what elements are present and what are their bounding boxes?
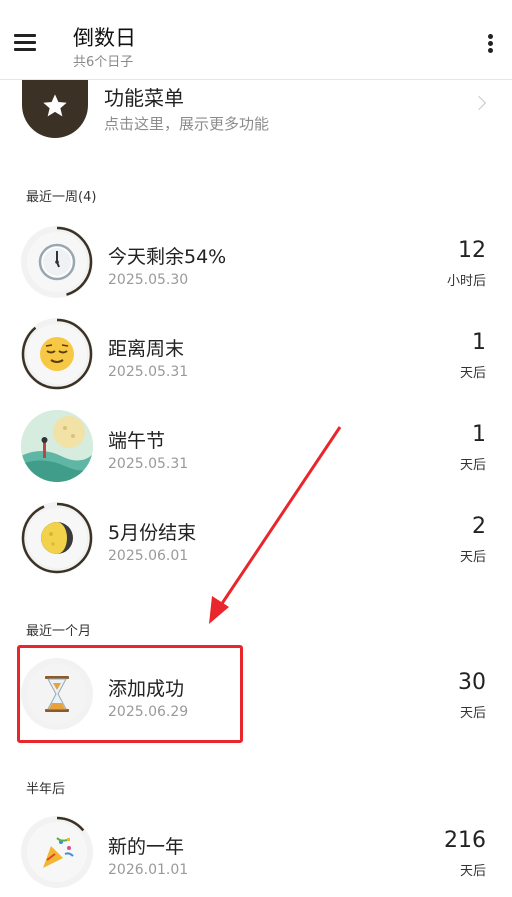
page-title: 倒数日 — [73, 26, 136, 50]
item-title: 今天剩余54% — [108, 246, 227, 268]
menu-icon[interactable] — [14, 34, 36, 52]
item-unit: 天后 — [459, 706, 486, 721]
list-item[interactable]: 距离周末 2025.05.31 1 天后 — [0, 318, 512, 398]
list-item[interactable]: 端午节 2025.05.31 1 天后 — [0, 410, 512, 490]
feature-menu-entry[interactable]: 功能菜单 点击这里，展示更多功能 — [0, 80, 512, 150]
item-title: 端午节 — [108, 430, 166, 452]
avatar — [21, 502, 93, 574]
avatar — [21, 816, 93, 888]
item-count: 216 — [444, 828, 486, 853]
item-unit: 天后 — [459, 550, 486, 565]
avatar — [21, 410, 93, 482]
item-count: 30 — [458, 670, 486, 695]
item-date: 2025.05.30 — [108, 272, 189, 288]
section-header-month: 最近一个月 — [26, 624, 92, 639]
clock-icon — [27, 232, 87, 292]
item-title: 5月份结束 — [108, 522, 197, 544]
star-icon — [22, 80, 88, 138]
section-header-half-year: 半年后 — [26, 782, 66, 797]
item-count: 12 — [458, 238, 486, 263]
avatar — [21, 318, 93, 390]
list-item[interactable]: 5月份结束 2025.06.01 2 天后 — [0, 502, 512, 582]
item-title: 新的一年 — [108, 836, 185, 858]
item-unit: 天后 — [459, 864, 486, 879]
item-count: 1 — [472, 422, 486, 447]
item-count: 1 — [472, 330, 486, 355]
section-header-week: 最近一周(4) — [26, 190, 97, 205]
feature-menu-title: 功能菜单 — [104, 86, 184, 110]
list-item[interactable]: 新的一年 2026.01.01 216 天后 — [0, 816, 512, 896]
party-popper-icon — [27, 822, 87, 882]
moon-icon — [27, 508, 87, 568]
dragon-boat-festival-illustration — [21, 410, 93, 482]
relieved-face-icon — [27, 324, 87, 384]
feature-menu-subtitle: 点击这里，展示更多功能 — [104, 115, 270, 133]
app-bar: 倒数日 共6个日子 — [0, 0, 512, 80]
item-date: 2025.06.01 — [108, 548, 189, 564]
item-date: 2026.01.01 — [108, 862, 189, 878]
list-item[interactable]: 今天剩余54% 2025.05.30 12 小时后 — [0, 226, 512, 306]
highlight-box — [17, 645, 243, 743]
item-date: 2025.05.31 — [108, 456, 189, 472]
more-options-icon[interactable] — [486, 34, 494, 54]
item-date: 2025.05.31 — [108, 364, 189, 380]
chevron-right-icon — [471, 95, 487, 111]
item-unit: 天后 — [459, 458, 486, 473]
item-unit: 天后 — [459, 366, 486, 381]
page-subtitle: 共6个日子 — [73, 55, 134, 70]
item-title: 距离周末 — [108, 338, 185, 360]
avatar — [21, 226, 93, 298]
item-count: 2 — [472, 514, 486, 539]
item-unit: 小时后 — [446, 274, 486, 289]
